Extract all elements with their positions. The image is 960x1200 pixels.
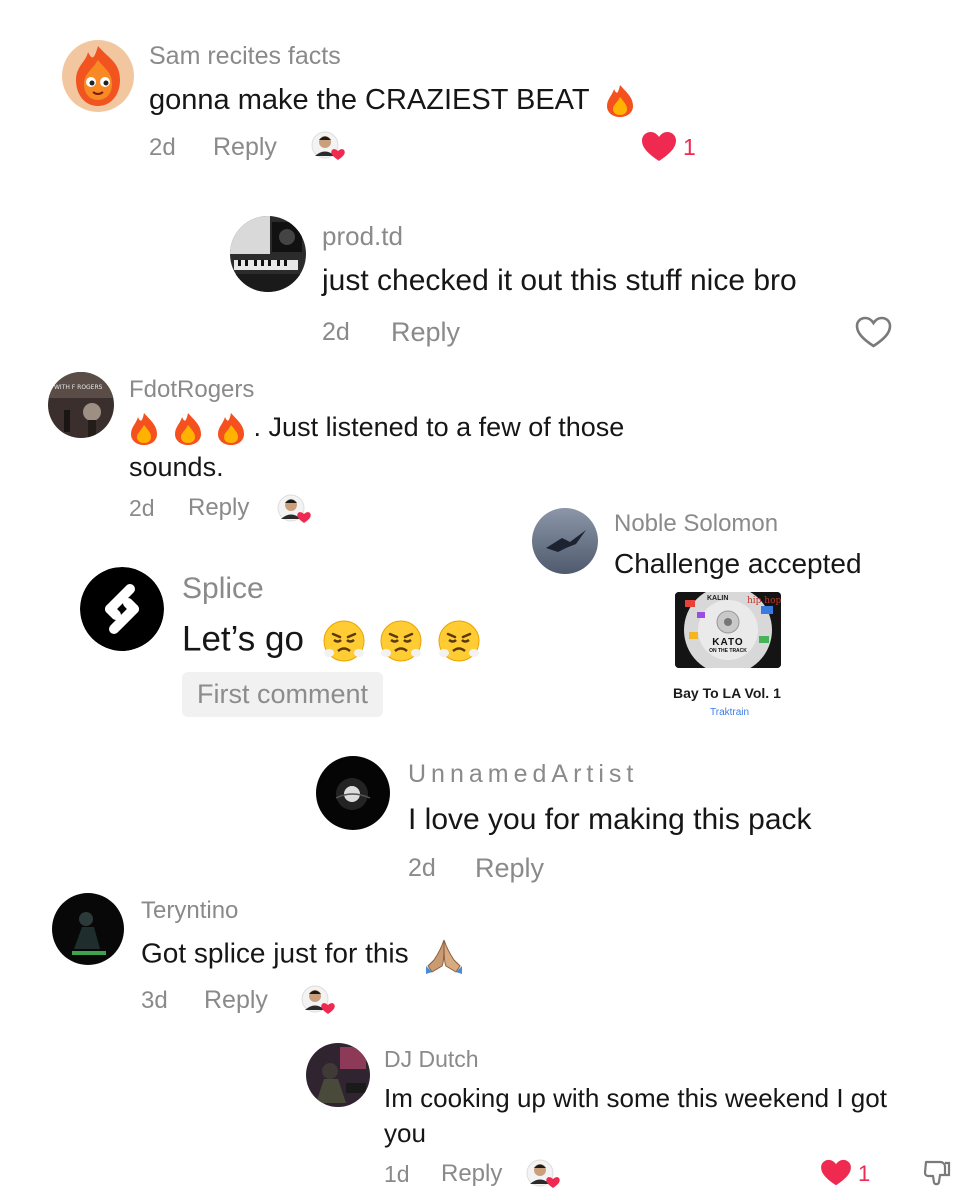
bird-photo-avatar-image: [532, 508, 598, 574]
avatar-noble-solomon[interactable]: [532, 508, 598, 574]
heart-filled-icon[interactable]: [641, 131, 677, 163]
moon-photo-avatar-image: [316, 756, 390, 830]
avatar-splice[interactable]: [80, 567, 164, 651]
reply-button[interactable]: Reply: [441, 1160, 502, 1188]
comment-username[interactable]: Noble Solomon: [614, 510, 778, 538]
comment-text-content: . Just listened to a few of those: [253, 412, 625, 443]
album-cover-sticker: hip hop: [747, 596, 781, 606]
album-cover-label: KALIN: [707, 595, 729, 602]
avatar-fdotrogers[interactable]: WITH F ROGERS: [48, 372, 114, 438]
creator-liked-icon: [300, 984, 336, 1016]
album-subtitle[interactable]: Traktrain: [710, 707, 749, 718]
huffing-face-icon: [437, 619, 481, 663]
like-count: 1: [858, 1161, 871, 1186]
dislike-icon[interactable]: [922, 1158, 952, 1188]
comment-age: 3d: [141, 987, 168, 1014]
heart-outline-icon[interactable]: [855, 316, 892, 349]
comment-text: Got splice just for this: [141, 936, 464, 974]
creator-liked-icon: [525, 1158, 561, 1190]
fire-icon: [129, 412, 159, 446]
reply-button[interactable]: Reply: [213, 133, 277, 162]
comment-text: gonna make the CRAZIEST BEAT: [149, 84, 635, 118]
comment-text: I love you for making this pack: [408, 803, 812, 836]
studio-photo-avatar-image: [230, 216, 306, 292]
comment-text-line2: you: [384, 1118, 426, 1148]
fire-icon: [173, 412, 203, 446]
avatar-sam-recites-facts[interactable]: [62, 40, 134, 112]
heart-filled-icon[interactable]: [820, 1159, 852, 1187]
avatar-dj-dutch[interactable]: [306, 1043, 370, 1107]
huffing-face-icon: [379, 619, 423, 663]
avatar-caption: WITH F ROGERS: [54, 384, 103, 391]
creator-liked-icon: [310, 130, 346, 162]
comment-text: just checked it out this stuff nice bro: [322, 264, 797, 297]
comment-text-content: gonna make the CRAZIEST BEAT: [149, 84, 590, 116]
comment-text: Challenge accepted: [614, 548, 862, 579]
person-photo-avatar-image: [52, 893, 124, 965]
reply-button[interactable]: Reply: [204, 986, 268, 1015]
fire-icon: [216, 412, 246, 446]
avatar-unnamedartist[interactable]: [316, 756, 390, 830]
dj-photo-avatar-image: [306, 1043, 370, 1107]
comment-age: 2d: [149, 134, 176, 161]
comment-username[interactable]: FdotRogers: [129, 376, 254, 404]
comment-age: 2d: [408, 854, 436, 882]
first-comment-badge: First comment: [182, 672, 384, 717]
reply-button[interactable]: Reply: [188, 494, 249, 522]
comment-text: Let’s go: [182, 619, 481, 663]
comment-username[interactable]: UnnamedArtist: [408, 760, 638, 789]
reply-button[interactable]: Reply: [391, 317, 460, 348]
comment-username[interactable]: Sam recites facts: [149, 42, 341, 71]
comment-text: Im cooking up with some this weekend I g…: [384, 1083, 887, 1113]
album-cover-subtext: ON THE TRACK: [709, 648, 747, 654]
comment-username[interactable]: DJ Dutch: [384, 1046, 479, 1073]
huffing-face-icon: [322, 619, 366, 663]
album-title[interactable]: Bay To LA Vol. 1: [673, 685, 781, 701]
like-count: 1: [683, 134, 696, 160]
comment-age: 2d: [322, 318, 350, 346]
reply-button[interactable]: Reply: [475, 853, 544, 884]
comment-age: 1d: [384, 1161, 410, 1187]
folded-hands-icon: [424, 936, 464, 974]
comment-username[interactable]: prod.td: [322, 221, 403, 252]
album-cover-text: KATO: [712, 637, 744, 648]
comment-text-line2: sounds.: [129, 452, 224, 482]
fire-character-avatar-image: [62, 40, 134, 112]
album-card[interactable]: KALIN hip hop KATO ON THE TRACK: [675, 592, 781, 668]
fire-icon: [605, 84, 635, 118]
comment-age: 2d: [129, 495, 155, 521]
concert-photo-avatar-image: [48, 372, 114, 438]
comment-text-content: Got splice just for this: [141, 937, 409, 969]
splice-logo-icon: [80, 567, 164, 651]
comment-username[interactable]: Splice: [182, 572, 264, 606]
comment-username[interactable]: Teryntino: [141, 897, 238, 925]
comment-text-content: Let’s go: [182, 619, 304, 659]
avatar-teryntino[interactable]: [52, 893, 124, 965]
creator-liked-icon: [276, 493, 312, 525]
comment-text: . Just listened to a few of those: [129, 412, 624, 446]
avatar-prod-td[interactable]: [230, 216, 306, 292]
